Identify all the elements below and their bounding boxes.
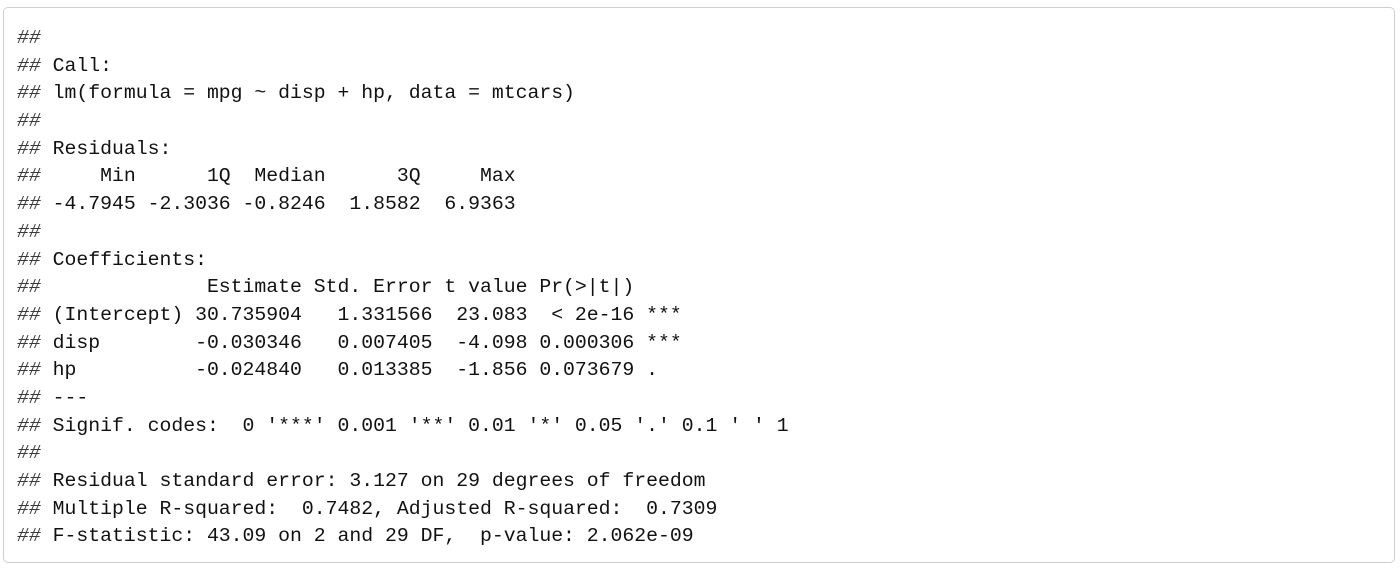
output-line-blank: ## [17,108,789,136]
line-text: Call: [40,54,112,77]
comment-prefix: ## [17,27,41,49]
comment-prefix: ## [17,497,41,520]
comment-prefix: ## [17,331,41,354]
output-line-blank: ## [17,219,789,247]
output-line-residuals-labels: ## Min 1Q Median 3Q Max [17,163,789,191]
output-line-formula: ## lm(formula = mpg ~ disp + hp, data = … [17,80,789,108]
line-text: -4.7945 -2.3036 -0.8246 1.8582 6.9363 [40,193,528,216]
line-text: Estimate Std. Error t value Pr(>|t|) [40,276,682,299]
line-text: disp -0.030346 0.007405 -4.098 0.000306 … [40,331,682,354]
code-output-panel: ## ## Call: ## lm(formula = mpg ~ disp +… [3,7,1395,563]
line-text: Multiple R-squared: 0.7482, Adjusted R-s… [40,497,730,520]
line-text: Residual standard error: 3.127 on 29 deg… [40,470,706,492]
comment-prefix: ## [17,248,41,271]
comment-prefix: ## [17,359,41,382]
comment-prefix: ## [17,276,41,299]
line-text: Coefficients: [40,248,207,271]
comment-prefix: ## [17,193,41,216]
comment-prefix: ## [17,470,41,492]
comment-prefix: ## [17,54,41,77]
output-line-residual-standard-error: ## Residual standard error: 3.127 on 29 … [17,468,789,496]
output-line-residuals-values: ## -4.7945 -2.3036 -0.8246 1.8582 6.9363 [17,191,789,219]
line-text: F-statistic: 43.09 on 2 and 29 DF, p-val… [40,525,694,548]
code-output-lines: ## ## Call: ## lm(formula = mpg ~ disp +… [17,25,789,551]
comment-prefix: ## [17,525,41,548]
line-text: (Intercept) 30.735904 1.331566 23.083 < … [40,303,682,326]
line-text: hp -0.024840 0.013385 -1.856 0.073679 . [40,359,682,382]
output-line-blank: ## [17,25,789,53]
comment-prefix: ## [17,303,41,326]
output-line-residuals-header: ## Residuals: [17,136,789,164]
line-text: lm(formula = mpg ~ disp + hp, data = mtc… [40,82,575,105]
comment-prefix: ## [17,137,41,160]
output-line-coefficient-intercept: ## (Intercept) 30.735904 1.331566 23.083… [17,302,789,330]
line-text: Signif. codes: 0 '***' 0.001 '**' 0.01 '… [40,414,789,437]
output-line-coefficient-hp: ## hp -0.024840 0.013385 -1.856 0.073679… [17,357,789,385]
comment-prefix: ## [17,386,41,409]
comment-prefix: ## [17,82,41,105]
output-line-coefficients-header: ## Coefficients: [17,247,789,275]
line-text: --- [40,386,89,409]
comment-prefix: ## [17,110,41,133]
comment-prefix: ## [17,414,41,437]
output-line-coefficient-disp: ## disp -0.030346 0.007405 -4.098 0.0003… [17,330,789,358]
comment-prefix: ## [17,442,41,465]
output-line-coefficients-columns: ## Estimate Std. Error t value Pr(>|t|) [17,274,789,302]
output-line-call-header: ## Call: [17,53,789,81]
line-text: Min 1Q Median 3Q Max [40,165,528,188]
line-text: Residuals: [40,137,172,160]
comment-prefix: ## [17,220,41,243]
output-line-blank: ## [17,440,789,468]
comment-prefix: ## [17,165,41,188]
output-line-separator: ## --- [17,385,789,413]
output-line-signif-codes: ## Signif. codes: 0 '***' 0.001 '**' 0.0… [17,413,789,441]
output-line-r-squared: ## Multiple R-squared: 0.7482, Adjusted … [17,496,789,524]
output-line-f-statistic: ## F-statistic: 43.09 on 2 and 29 DF, p-… [17,523,789,551]
